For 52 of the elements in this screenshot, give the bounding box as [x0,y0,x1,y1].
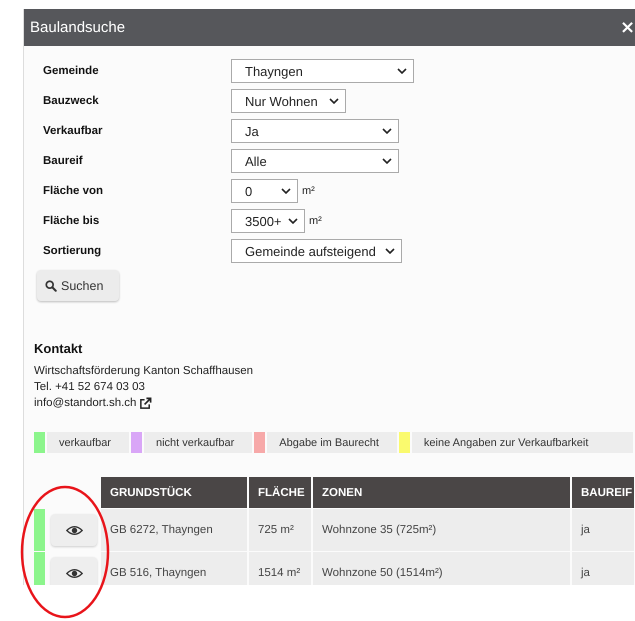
chevron-down-icon [382,158,392,164]
field-label: Fläche bis [43,215,100,227]
dropdown[interactable]: Ja [231,119,399,143]
contact-text: Wirtschaftsförderung Kanton Schaffhausen [34,364,254,379]
chevron-down-icon [288,218,298,224]
contact-heading: Kontakt [34,341,84,356]
chevron-down-icon [385,248,395,254]
table-cell: GB 516, Thayngen [101,552,247,585]
legend-label: verkaufbar [47,432,129,453]
table-cell: 1514 m² [249,552,311,585]
chevron-down-icon [397,68,407,74]
close-button[interactable]: × [620,18,632,36]
legend-label: Abgabe im Baurecht [267,432,397,453]
contact-text: Tel. +41 52 674 03 03 [34,380,146,395]
field-label: Sortierung [43,245,102,257]
dropdown[interactable]: 0 [231,179,298,203]
chevron-down-icon [281,188,291,194]
field-label: Verkaufbar [43,125,104,137]
dropdown[interactable]: Thayngen [231,59,414,83]
eye-icon [66,568,82,578]
email-link[interactable]: info@standort.sh.ch [34,395,136,411]
unit-label: m² [309,215,322,227]
external-link-icon[interactable] [139,396,152,410]
chevron-down-icon [329,98,339,104]
search-button[interactable]: Suchen [37,270,119,301]
field-label: Gemeinde [43,65,100,77]
column-header: FLÄCHE [249,477,311,508]
view-button[interactable] [51,557,97,585]
table-cell: ja [572,552,634,585]
legend-label: keine Angaben zur Verkaufbarkeit [412,432,633,453]
dropdown[interactable]: Nur Wohnen [231,89,346,113]
chevron-down-icon [382,128,392,134]
table-cell: 725 m² [249,509,311,551]
table-cell: Wohnzone 50 (1514m²) [313,552,570,585]
window-title: Baulandsuche [30,19,126,36]
field-label: Baureif [43,155,84,167]
eye-icon [66,524,82,536]
table-cell: Wohnzone 35 (725m²) [313,509,570,551]
column-header: GRUNDSTÜCK [101,477,247,508]
table-cell: ja [572,509,634,551]
column-header: ZONEN [313,477,570,508]
search-icon [45,280,57,292]
unit-label: m² [302,185,315,197]
column-header: BAUREIF [572,477,634,508]
dropdown[interactable]: 3500+ [231,209,305,233]
dropdown[interactable]: Gemeinde aufsteigend [231,239,402,263]
table-cell: GB 6272, Thayngen [101,509,247,551]
field-label: Bauzweck [43,95,100,107]
field-label: Fläche von [43,185,104,197]
legend-label: nicht verkaufbar [144,432,252,453]
dropdown[interactable]: Alle [231,149,399,173]
view-button[interactable] [51,514,97,546]
